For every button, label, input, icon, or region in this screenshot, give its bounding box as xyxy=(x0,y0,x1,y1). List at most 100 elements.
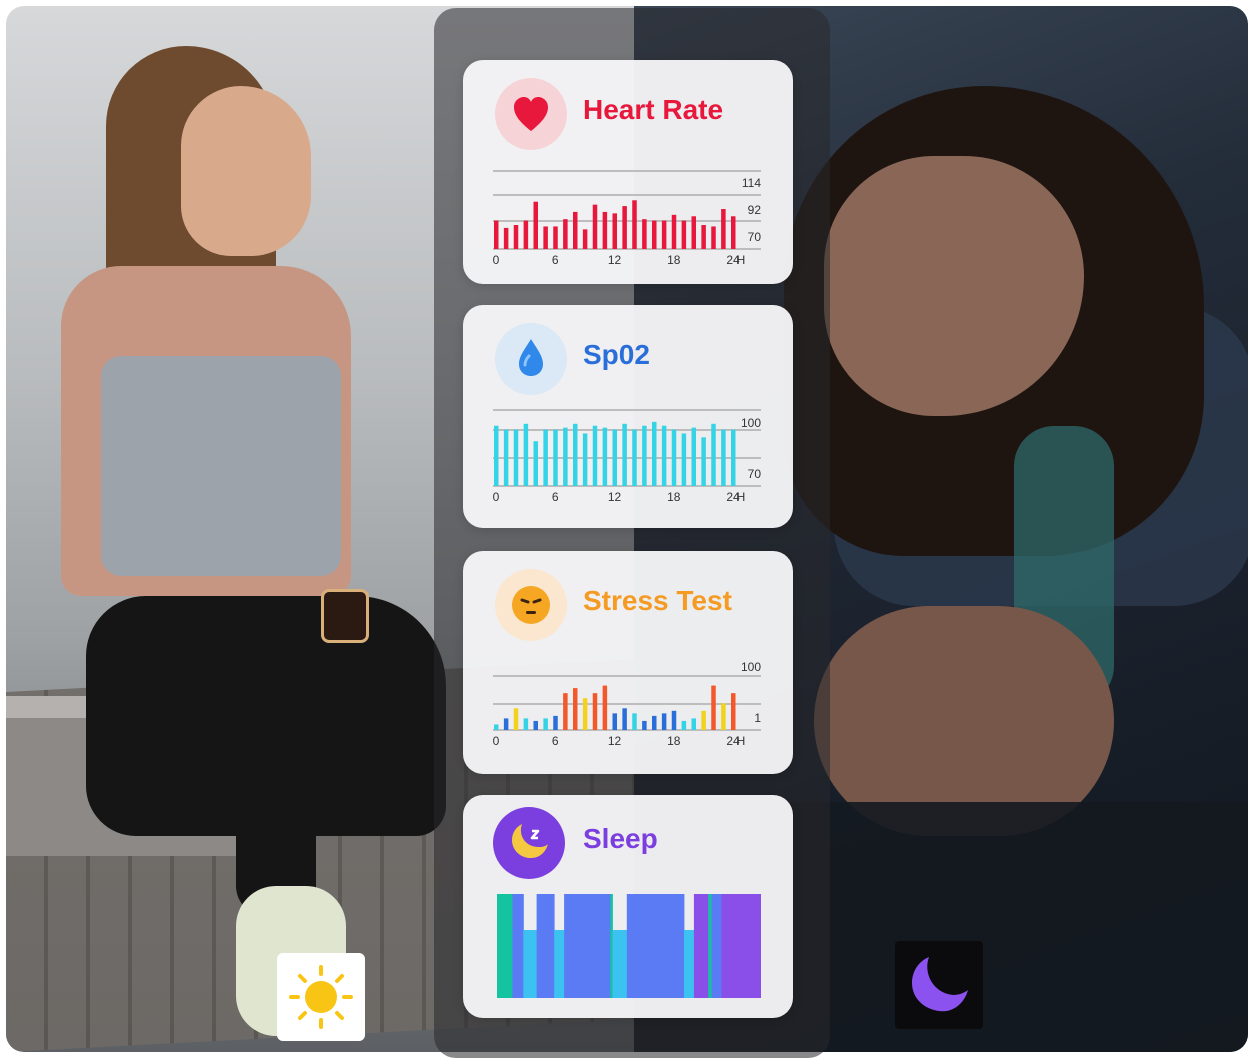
chart-bar xyxy=(592,425,598,486)
chart-bar xyxy=(582,229,588,249)
smartwatch xyxy=(321,589,369,643)
chart-bar xyxy=(652,715,657,730)
sleep-stage-segment xyxy=(612,930,628,998)
heart-rate-chart: 114 92 70 0 6 12 18 24 H xyxy=(493,163,773,271)
chart-bar xyxy=(661,713,667,730)
chart-bar xyxy=(563,693,568,730)
chart-bar xyxy=(652,421,657,486)
x-tick-label: 12 xyxy=(608,734,622,748)
chart-bar xyxy=(661,425,667,486)
x-tick-label: 18 xyxy=(667,734,681,748)
sleep-stage-segment xyxy=(512,894,524,998)
y-tick-label: 70 xyxy=(748,230,762,244)
chart-bar xyxy=(612,213,617,249)
chart-bar xyxy=(553,226,558,249)
chart-bar xyxy=(513,708,519,730)
y-tick-label: 92 xyxy=(748,203,762,217)
heart-icon xyxy=(495,78,567,150)
y-tick-label: 70 xyxy=(748,467,762,481)
chart-bar xyxy=(533,441,538,486)
chart-bar xyxy=(701,225,706,249)
chart-bar xyxy=(731,216,736,249)
chart-bar xyxy=(513,225,519,249)
sleep-stage-segment xyxy=(497,894,513,998)
x-tick-label: 18 xyxy=(667,490,681,504)
sleep-stage-segment xyxy=(564,894,611,998)
stress-chart: 100 1 0 6 12 18 24 H xyxy=(493,654,773,762)
stress-card: Stress Test 100 1 0 6 12 18 24 H xyxy=(463,551,793,774)
sleep-stage-segment xyxy=(721,894,761,998)
chart-bar xyxy=(523,423,529,486)
chart-bar xyxy=(721,429,726,486)
chart-bar xyxy=(691,216,696,249)
chart-bar xyxy=(671,214,677,249)
sleep-stage-segment xyxy=(708,894,712,998)
x-unit-label: H xyxy=(737,490,746,504)
chart-bar xyxy=(612,713,617,730)
chart-bar xyxy=(701,710,706,730)
spo2-title: Sp02 xyxy=(583,339,650,370)
sun-icon xyxy=(277,953,365,1041)
chart-bar xyxy=(553,429,558,486)
y-tick-label: 1 xyxy=(754,711,761,725)
chart-bar xyxy=(513,429,519,486)
x-tick-label: 0 xyxy=(493,490,500,504)
chart-bar xyxy=(503,718,509,730)
chart-bar xyxy=(632,429,637,486)
spo2-card: Sp02 100 70 0 6 12 18 24 H xyxy=(463,305,793,528)
chart-bar xyxy=(503,429,509,486)
chart-bar xyxy=(711,226,716,249)
chart-bar xyxy=(563,427,568,486)
chart-bar xyxy=(701,437,706,486)
y-tick-label: 100 xyxy=(741,416,761,430)
sleep-card: Sleep xyxy=(463,795,793,1018)
chart-bar xyxy=(681,720,687,730)
x-tick-label: 0 xyxy=(493,253,500,267)
woman-face xyxy=(181,86,311,256)
chart-bar xyxy=(642,425,647,486)
chart-bar xyxy=(671,710,677,730)
chart-bar xyxy=(731,693,736,730)
heart-rate-title: Heart Rate xyxy=(583,94,724,125)
chart-bar xyxy=(592,204,598,249)
chart-bar xyxy=(582,698,588,730)
sports-top xyxy=(101,356,341,576)
chart-bar xyxy=(553,715,558,730)
chart-bar xyxy=(494,425,499,486)
x-tick-label: 6 xyxy=(552,734,559,748)
chart-bar xyxy=(711,685,716,730)
moon-zzz-icon xyxy=(493,807,565,879)
chart-bar xyxy=(681,433,687,486)
chart-bar xyxy=(642,219,647,249)
chart-bar xyxy=(642,720,647,730)
x-tick-label: 12 xyxy=(608,490,622,504)
chart-bar xyxy=(721,209,726,249)
sleep-stage-segment xyxy=(711,894,722,998)
stress-title: Stress Test xyxy=(583,585,732,616)
x-tick-label: 0 xyxy=(493,734,500,748)
chart-bar xyxy=(652,220,657,249)
sleep-chart xyxy=(497,894,761,998)
chart-bar xyxy=(494,220,499,249)
sleep-stage-segment xyxy=(626,894,685,998)
chart-bar xyxy=(691,718,696,730)
chart-bar xyxy=(543,718,548,730)
chart-bar xyxy=(711,423,716,486)
spo2-chart: 100 70 0 6 12 18 24 H xyxy=(493,408,773,516)
chart-bar xyxy=(691,427,696,486)
sleep-stage-segment xyxy=(693,894,709,998)
chart-bar xyxy=(503,227,509,249)
x-tick-label: 6 xyxy=(552,253,559,267)
chart-bar xyxy=(622,423,627,486)
chart-bar xyxy=(731,429,736,486)
x-tick-label: 12 xyxy=(608,253,622,267)
chart-bar xyxy=(523,718,529,730)
chart-bar xyxy=(543,429,548,486)
chart-bar xyxy=(622,708,627,730)
chart-bar xyxy=(573,688,578,730)
x-unit-label: H xyxy=(737,253,746,267)
water-drop-icon xyxy=(495,323,567,395)
y-tick-label: 100 xyxy=(741,660,761,674)
chart-bar xyxy=(573,211,578,249)
chart-bar xyxy=(602,427,608,486)
